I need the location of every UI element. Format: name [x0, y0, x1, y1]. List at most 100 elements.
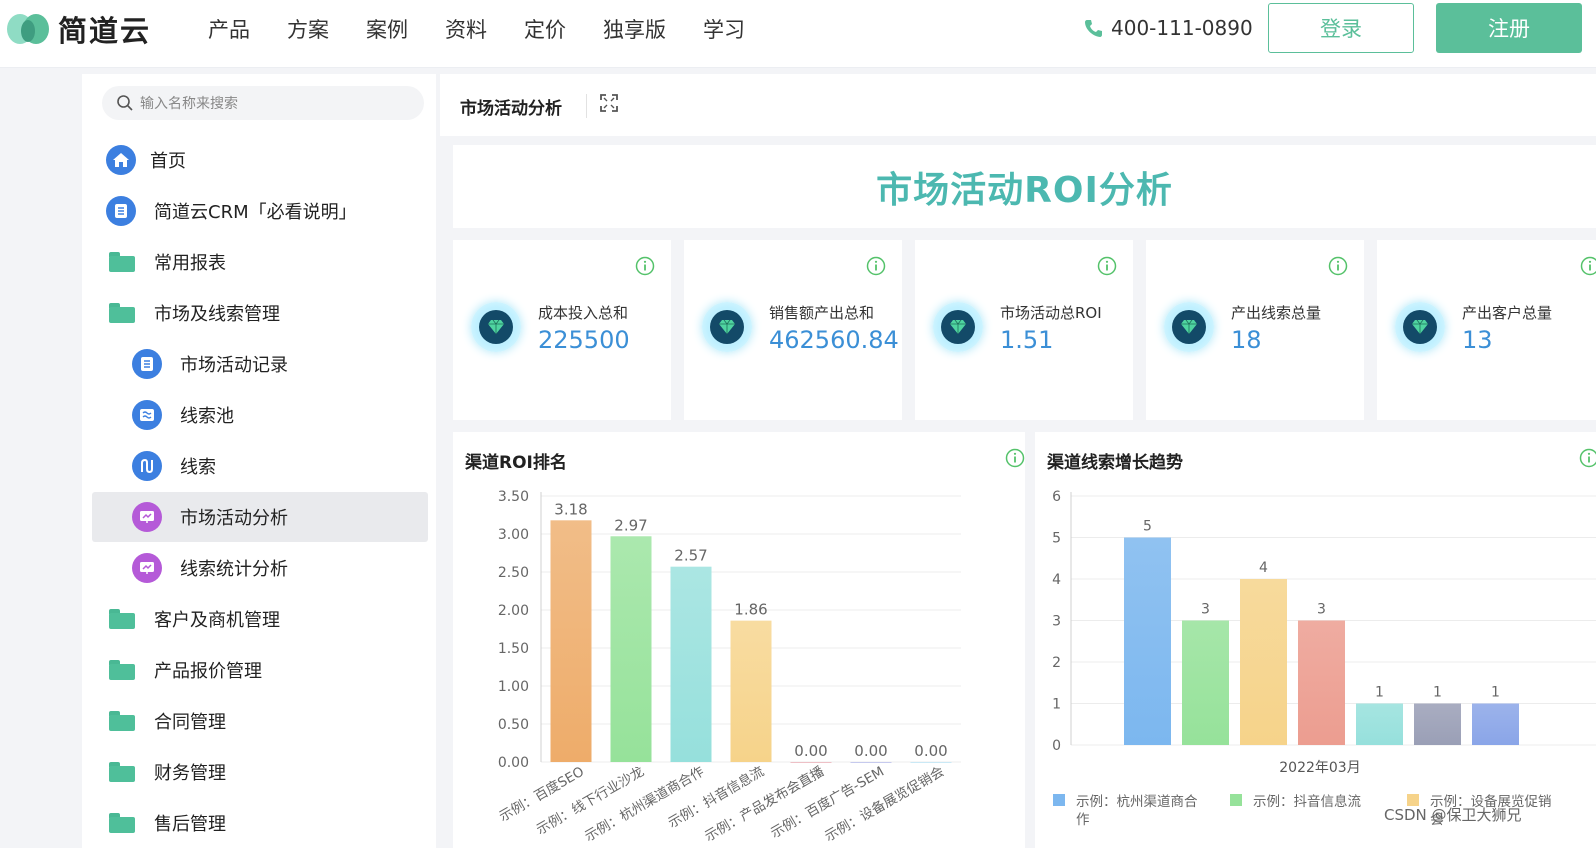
nav-item[interactable]: 独享版: [603, 14, 666, 44]
sidebar-item-activity-analysis[interactable]: 市场活动分析: [92, 492, 428, 542]
phone-contact[interactable]: 400-111-0890: [1083, 16, 1253, 40]
info-icon[interactable]: [866, 256, 886, 276]
info-icon[interactable]: [635, 256, 655, 276]
kpi-value: 13: [1462, 326, 1493, 354]
roi-ranking-panel: 渠道ROI排名 0.00 0.50 1.00 1.50 2.00 2.50 3.00 3.50…: [453, 432, 1025, 848]
y-tick-label: 4: [1052, 572, 1061, 588]
bar: [910, 762, 952, 763]
sidebar-item-contracts[interactable]: 合同管理: [82, 696, 436, 746]
kpi-value: 18: [1231, 326, 1262, 354]
folder-icon: [109, 660, 135, 680]
kpi-card: 销售额产出总和 462560.84: [684, 240, 902, 420]
sidebar-item-crm-guide[interactable]: 简道云CRM「必看说明」: [82, 186, 436, 236]
folder-icon: [109, 711, 135, 731]
main-nav: 产品 方案 案例 资料 定价 独享版 学习: [208, 14, 782, 44]
y-tick-label: 0: [1052, 738, 1061, 754]
bar: [1240, 579, 1287, 745]
tab-market-activity-analysis[interactable]: 市场活动分析: [460, 94, 562, 119]
dashboard-banner: 市场活动ROI分析: [453, 145, 1596, 228]
data-label: 0.00: [854, 742, 887, 760]
kpi-card: 成本投入总和 225500: [453, 240, 671, 420]
sidebar-item-label: 首页: [150, 151, 186, 172]
folder-icon: [109, 252, 135, 272]
top-header: 简道云 产品 方案 案例 资料 定价 独享版 学习 400-111-0890 登…: [0, 0, 1596, 68]
fullscreen-icon[interactable]: [600, 94, 618, 112]
diamond-icon: [471, 302, 521, 352]
nav-item[interactable]: 案例: [366, 14, 408, 44]
y-tick-label: 2: [1052, 655, 1061, 671]
data-label: 1.86: [734, 601, 767, 619]
data-label: 1: [1433, 685, 1442, 701]
data-label: 0.00: [794, 742, 827, 760]
sidebar-item-label: 线索: [180, 457, 216, 478]
folder-open-icon: [109, 303, 135, 323]
sidebar-item-marketing[interactable]: 市场及线索管理: [82, 288, 436, 338]
sidebar-item-label: 客户及商机管理: [154, 610, 280, 631]
kpi-label: 市场活动总ROI: [1000, 304, 1102, 322]
sidebar-item-lead-stats[interactable]: 线索统计分析: [82, 543, 436, 593]
diamond-icon: [1164, 302, 1214, 352]
x-tick-label: 2022年03月: [1279, 760, 1360, 776]
sidebar-item-finance[interactable]: 财务管理: [82, 747, 436, 797]
sidebar-item-reports[interactable]: 常用报表: [82, 237, 436, 287]
tab-bar: 市场活动分析: [440, 74, 1596, 136]
sidebar-item-leads[interactable]: 线索: [82, 441, 436, 491]
sidebar-item-label: 线索池: [180, 406, 234, 427]
y-tick-label: 1: [1052, 697, 1061, 713]
legend-line: 示例：杭州渠道商合: [1076, 794, 1198, 810]
kpi-value: 225500: [538, 326, 630, 354]
y-tick-label: 6: [1052, 489, 1061, 505]
sidebar-item-label: 市场活动记录: [180, 355, 288, 376]
data-label: 2.97: [614, 516, 647, 534]
register-button[interactable]: 注册: [1436, 3, 1582, 53]
sidebar-item-label: 合同管理: [154, 712, 226, 733]
bar: [850, 762, 892, 763]
login-button[interactable]: 登录: [1268, 3, 1414, 53]
brand-name: 简道云: [58, 14, 152, 48]
dashboard-icon: [132, 553, 162, 583]
data-label: 2.57: [674, 547, 707, 565]
data-label: 0.00: [914, 742, 947, 760]
bar: [1472, 703, 1519, 745]
y-tick-label: 1.50: [498, 641, 529, 657]
folder-icon: [109, 762, 135, 782]
legend-swatch: [1230, 794, 1242, 806]
list-icon: [132, 400, 162, 430]
sidebar-item-label: 常用报表: [154, 253, 226, 274]
sidebar-item-after-sales[interactable]: 售后管理: [82, 798, 436, 848]
sidebar-item-customers[interactable]: 客户及商机管理: [82, 594, 436, 644]
data-label: 3.18: [554, 500, 587, 518]
sidebar-item-label: 线索统计分析: [180, 559, 288, 580]
sidebar-item-label: 市场活动分析: [180, 508, 288, 529]
y-tick-label: 1.00: [498, 679, 529, 695]
folder-icon: [109, 813, 135, 833]
nav-item[interactable]: 资料: [445, 14, 487, 44]
brand-logo[interactable]: 简道云: [6, 8, 151, 50]
home-icon: [106, 145, 136, 175]
sidebar-item-quotes[interactable]: 产品报价管理: [82, 645, 436, 695]
info-icon[interactable]: [1328, 256, 1348, 276]
nav-item[interactable]: 学习: [703, 14, 745, 44]
sidebar-item-label: 简道云CRM「必看说明」: [154, 202, 357, 223]
nav-item[interactable]: 产品: [208, 14, 250, 44]
diamond-icon: [933, 302, 983, 352]
sidebar-item-home[interactable]: 首页: [82, 135, 436, 185]
bar: [790, 762, 832, 763]
legend-line: 作: [1076, 812, 1090, 828]
info-icon[interactable]: [1580, 256, 1596, 276]
y-tick-label: 5: [1052, 531, 1061, 547]
nav-item[interactable]: 定价: [524, 14, 566, 44]
data-label: 1: [1375, 685, 1384, 701]
search-input[interactable]: 输入名称来搜索: [102, 86, 424, 120]
info-icon[interactable]: [1097, 256, 1117, 276]
sidebar-item-lead-pool[interactable]: 线索池: [82, 390, 436, 440]
kpi-value: 1.51: [1000, 326, 1054, 354]
nav-item[interactable]: 方案: [287, 14, 329, 44]
bar: [1356, 703, 1403, 745]
bar: [1414, 703, 1461, 745]
kpi-card: 市场活动总ROI 1.51: [915, 240, 1133, 420]
sidebar-item-activity-records[interactable]: 市场活动记录: [82, 339, 436, 389]
data-label: 5: [1143, 519, 1152, 535]
data-label: 3: [1317, 602, 1326, 618]
kpi-card: 产出客户总量 13: [1377, 240, 1596, 420]
